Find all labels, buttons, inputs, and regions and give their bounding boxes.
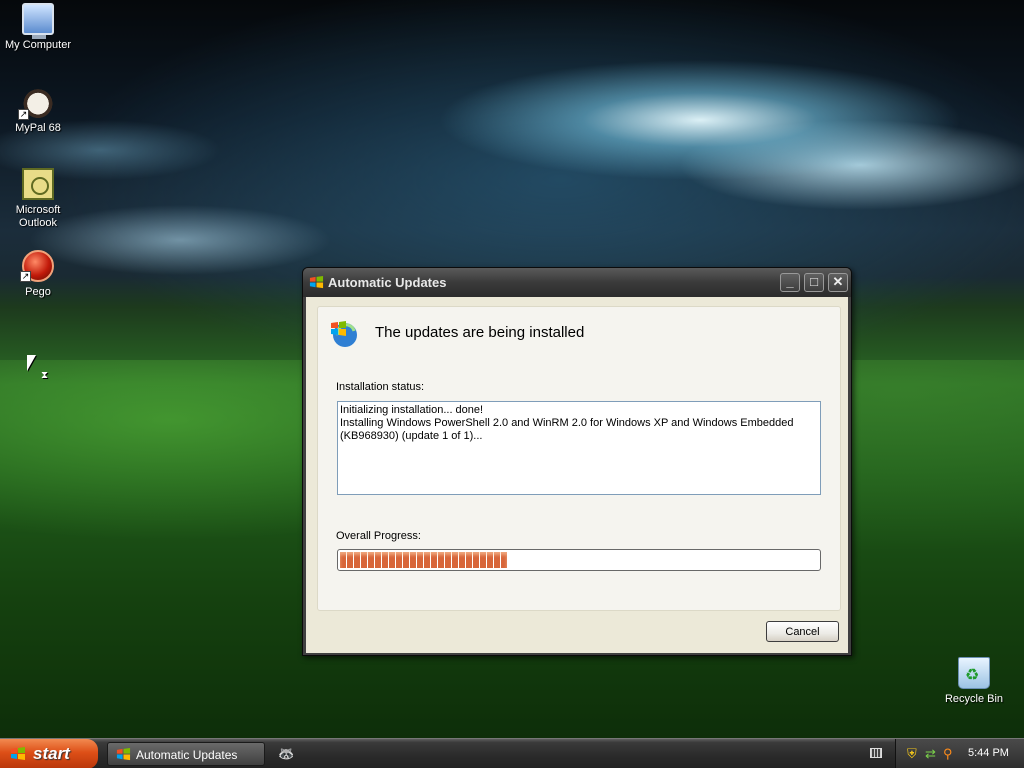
desktop-icon-outlook[interactable]: Microsoft Outlook [0, 168, 76, 230]
install-panel: The updates are being installed Installa… [317, 306, 841, 611]
progress-fill [340, 552, 508, 568]
windows-flag-icon [11, 747, 25, 760]
mouse-cursor-icon [27, 355, 36, 371]
automatic-updates-window: Automatic Updates _ □ ✕ The updates are … [302, 267, 852, 656]
mypal-browser-icon: ↗ [18, 86, 54, 120]
windows-update-logo-icon [331, 321, 357, 347]
network-icon[interactable]: ⇄ [925, 747, 936, 760]
quick-launch-mypal-icon[interactable]: 🦝 [278, 746, 294, 762]
desktop-icon-recycle-bin[interactable]: ♻ Recycle Bin [936, 657, 1012, 706]
desktop-icon-label: Recycle Bin [944, 693, 1004, 705]
my-computer-icon [22, 3, 54, 39]
recycle-bin-icon: ♻ [958, 657, 990, 689]
window-titlebar[interactable]: Automatic Updates _ □ ✕ [303, 268, 851, 297]
shortcut-arrow-icon: ↗ [20, 271, 31, 282]
desktop-icon-label: My Computer [4, 39, 72, 51]
overall-progress-bar [337, 549, 821, 571]
taskbar-item-label: Automatic Updates [136, 748, 238, 762]
start-button[interactable]: start [0, 739, 98, 768]
desktop-icon-label: Pego [25, 286, 51, 298]
windows-update-icon [116, 747, 131, 761]
close-button[interactable]: ✕ [828, 273, 848, 292]
language-bar-keyboard-icon[interactable] [870, 748, 882, 758]
system-tray: ⛨ ⇄ ⚲ 5:44 PM [895, 739, 1024, 768]
overall-progress-label: Overall Progress: [336, 530, 421, 542]
window-client-area: The updates are being installed Installa… [306, 297, 848, 653]
clock[interactable]: 5:44 PM [968, 747, 1009, 759]
taskbar-item-automatic-updates[interactable]: Automatic Updates [107, 742, 265, 766]
busy-hourglass-icon: ⧗ [41, 370, 49, 381]
desktop-icon-label: Microsoft Outlook [15, 204, 61, 229]
status-line: Installing Windows PowerShell 2.0 and Wi… [340, 417, 794, 442]
search-icon[interactable]: ⚲ [943, 747, 953, 760]
shortcut-arrow-icon: ↗ [18, 109, 29, 120]
cancel-button[interactable]: Cancel [766, 621, 839, 642]
outlook-icon [22, 168, 54, 200]
window-title: Automatic Updates [328, 275, 447, 290]
desktop-icon-mypal[interactable]: ↗ MyPal 68 [0, 86, 76, 135]
status-line: Initializing installation... done! [340, 404, 484, 416]
maximize-button[interactable]: □ [804, 273, 824, 292]
security-shield-icon[interactable]: ⛨ [907, 747, 917, 760]
start-label: start [33, 744, 70, 763]
minimize-button[interactable]: _ [780, 273, 800, 292]
installation-status-label: Installation status: [336, 381, 425, 393]
desktop-icon-my-computer[interactable]: My Computer [0, 3, 76, 52]
windows-update-icon [309, 275, 324, 289]
taskbar: start Automatic Updates 🦝 ⛨ ⇄ ⚲ 5:44 PM [0, 738, 1024, 768]
installation-status-log[interactable]: Initializing installation... done! Insta… [337, 401, 821, 495]
desktop-icon-pego[interactable]: ↗ Pego [0, 250, 76, 299]
pego-icon: ↗ [20, 250, 54, 282]
desktop-icon-label: MyPal 68 [15, 122, 61, 134]
install-heading: The updates are being installed [375, 324, 585, 341]
